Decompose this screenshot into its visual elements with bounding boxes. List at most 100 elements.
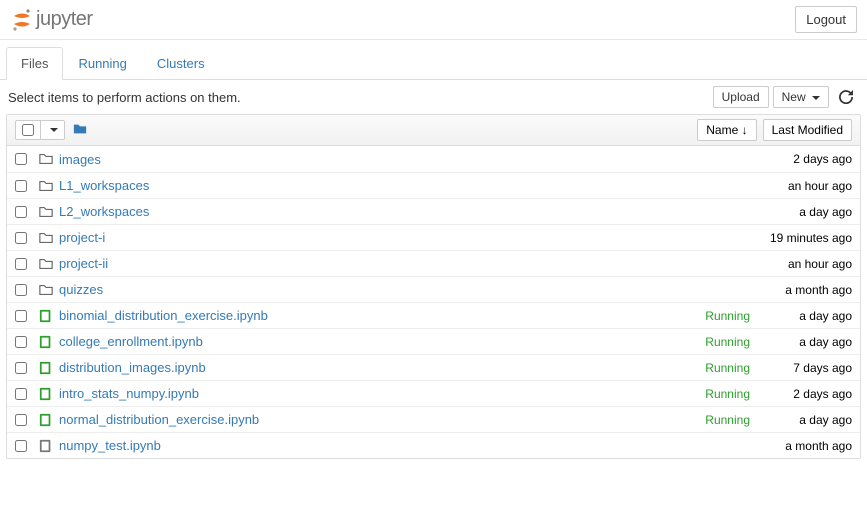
row-checkbox[interactable]: [15, 414, 39, 426]
row-checkbox[interactable]: [15, 206, 39, 218]
item-link[interactable]: normal_distribution_exercise.ipynb: [59, 412, 259, 427]
file-list: Name ↓ Last Modified images 2 days ago L1_…: [6, 114, 861, 459]
toolbar: Select items to perform actions on them.…: [0, 80, 867, 114]
status-running: Running: [705, 387, 750, 401]
refresh-icon[interactable]: [833, 88, 859, 106]
caret-down-icon: [50, 128, 58, 132]
item-link[interactable]: project-i: [59, 230, 105, 245]
item-name: binomial_distribution_exercise.ipynb: [59, 308, 705, 323]
item-modified: a day ago: [762, 309, 852, 323]
row-checkbox[interactable]: [15, 388, 39, 400]
item-modified: 19 minutes ago: [762, 231, 852, 245]
jupyter-logo[interactable]: jupyter: [10, 8, 93, 32]
status-running: Running: [705, 335, 750, 349]
list-item: normal_distribution_exercise.ipynb Runnin…: [7, 406, 860, 432]
jupyter-icon: [10, 8, 34, 32]
item-link[interactable]: images: [59, 152, 101, 167]
item-name: L1_workspaces: [59, 178, 762, 193]
list-item: intro_stats_numpy.ipynb Running 2 days ago: [7, 380, 860, 406]
item-name: images: [59, 152, 762, 167]
list-item: images 2 days ago: [7, 146, 860, 172]
item-name: numpy_test.ipynb: [59, 438, 762, 453]
list-item: L2_workspaces a day ago: [7, 198, 860, 224]
item-modified: a month ago: [762, 439, 852, 453]
row-checkbox[interactable]: [15, 258, 39, 270]
select-all-dropdown[interactable]: [41, 125, 64, 135]
tabs: FilesRunningClusters: [0, 46, 867, 80]
list-item: distribution_images.ipynb Running 7 days a…: [7, 354, 860, 380]
tab-clusters[interactable]: Clusters: [142, 47, 220, 80]
item-link[interactable]: distribution_images.ipynb: [59, 360, 206, 375]
status-running: Running: [705, 309, 750, 323]
sort-name-button[interactable]: Name ↓: [697, 119, 756, 141]
item-name: normal_distribution_exercise.ipynb: [59, 412, 705, 427]
sort-name-label: Name: [706, 123, 738, 137]
folder-icon: [39, 283, 59, 297]
item-link[interactable]: intro_stats_numpy.ipynb: [59, 386, 199, 401]
list-item: L1_workspaces an hour ago: [7, 172, 860, 198]
list-item: project-ii an hour ago: [7, 250, 860, 276]
folder-icon: [39, 231, 59, 245]
upload-button[interactable]: Upload: [713, 86, 769, 108]
item-name: quizzes: [59, 282, 762, 297]
notebook-icon: [39, 335, 59, 349]
new-dropdown[interactable]: New: [773, 86, 829, 108]
item-link[interactable]: binomial_distribution_exercise.ipynb: [59, 308, 268, 323]
notebook-icon: [39, 387, 59, 401]
select-all-group: [15, 120, 65, 140]
selection-hint: Select items to perform actions on them.: [8, 90, 241, 105]
list-item: binomial_distribution_exercise.ipynb Runn…: [7, 302, 860, 328]
caret-down-icon: [812, 96, 820, 100]
list-header: Name ↓ Last Modified: [7, 115, 860, 146]
item-name: L2_workspaces: [59, 204, 762, 219]
folder-icon: [39, 257, 59, 271]
tab-files[interactable]: Files: [6, 47, 63, 80]
item-link[interactable]: numpy_test.ipynb: [59, 438, 161, 453]
row-checkbox[interactable]: [15, 232, 39, 244]
status-running: Running: [705, 413, 750, 427]
item-modified: a day ago: [762, 413, 852, 427]
item-link[interactable]: project-ii: [59, 256, 108, 271]
row-checkbox[interactable]: [15, 336, 39, 348]
notebook-icon: [39, 439, 59, 453]
row-checkbox[interactable]: [15, 284, 39, 296]
sort-modified-button[interactable]: Last Modified: [763, 119, 852, 141]
row-checkbox[interactable]: [15, 362, 39, 374]
list-item: college_enrollment.ipynb Running a day ago: [7, 328, 860, 354]
notebook-icon: [39, 309, 59, 323]
item-name: college_enrollment.ipynb: [59, 334, 705, 349]
item-link[interactable]: L2_workspaces: [59, 204, 149, 219]
folder-icon: [39, 179, 59, 193]
item-modified: 2 days ago: [762, 387, 852, 401]
list-item: numpy_test.ipynb a month ago: [7, 432, 860, 458]
breadcrumb-home-icon[interactable]: [73, 122, 87, 139]
item-name: project-ii: [59, 256, 762, 271]
item-modified: 7 days ago: [762, 361, 852, 375]
row-checkbox[interactable]: [15, 440, 39, 452]
list-item: quizzes a month ago: [7, 276, 860, 302]
row-checkbox[interactable]: [15, 310, 39, 322]
folder-icon: [39, 205, 59, 219]
item-modified: a day ago: [762, 335, 852, 349]
item-link[interactable]: quizzes: [59, 282, 103, 297]
logout-button[interactable]: Logout: [795, 6, 857, 33]
list-item: project-i 19 minutes ago: [7, 224, 860, 250]
select-all-checkbox[interactable]: [16, 121, 41, 139]
row-checkbox[interactable]: [15, 180, 39, 192]
tab-running[interactable]: Running: [63, 47, 141, 80]
item-name: intro_stats_numpy.ipynb: [59, 386, 705, 401]
item-modified: an hour ago: [762, 179, 852, 193]
status-running: Running: [705, 361, 750, 375]
notebook-icon: [39, 413, 59, 427]
item-modified: 2 days ago: [762, 152, 852, 166]
header-bar: jupyter Logout: [0, 0, 867, 40]
item-link[interactable]: L1_workspaces: [59, 178, 149, 193]
item-modified: a month ago: [762, 283, 852, 297]
item-name: project-i: [59, 230, 762, 245]
item-link[interactable]: college_enrollment.ipynb: [59, 334, 203, 349]
notebook-icon: [39, 361, 59, 375]
row-checkbox[interactable]: [15, 153, 39, 165]
arrow-down-icon: ↓: [742, 123, 748, 137]
item-modified: a day ago: [762, 205, 852, 219]
item-modified: an hour ago: [762, 257, 852, 271]
